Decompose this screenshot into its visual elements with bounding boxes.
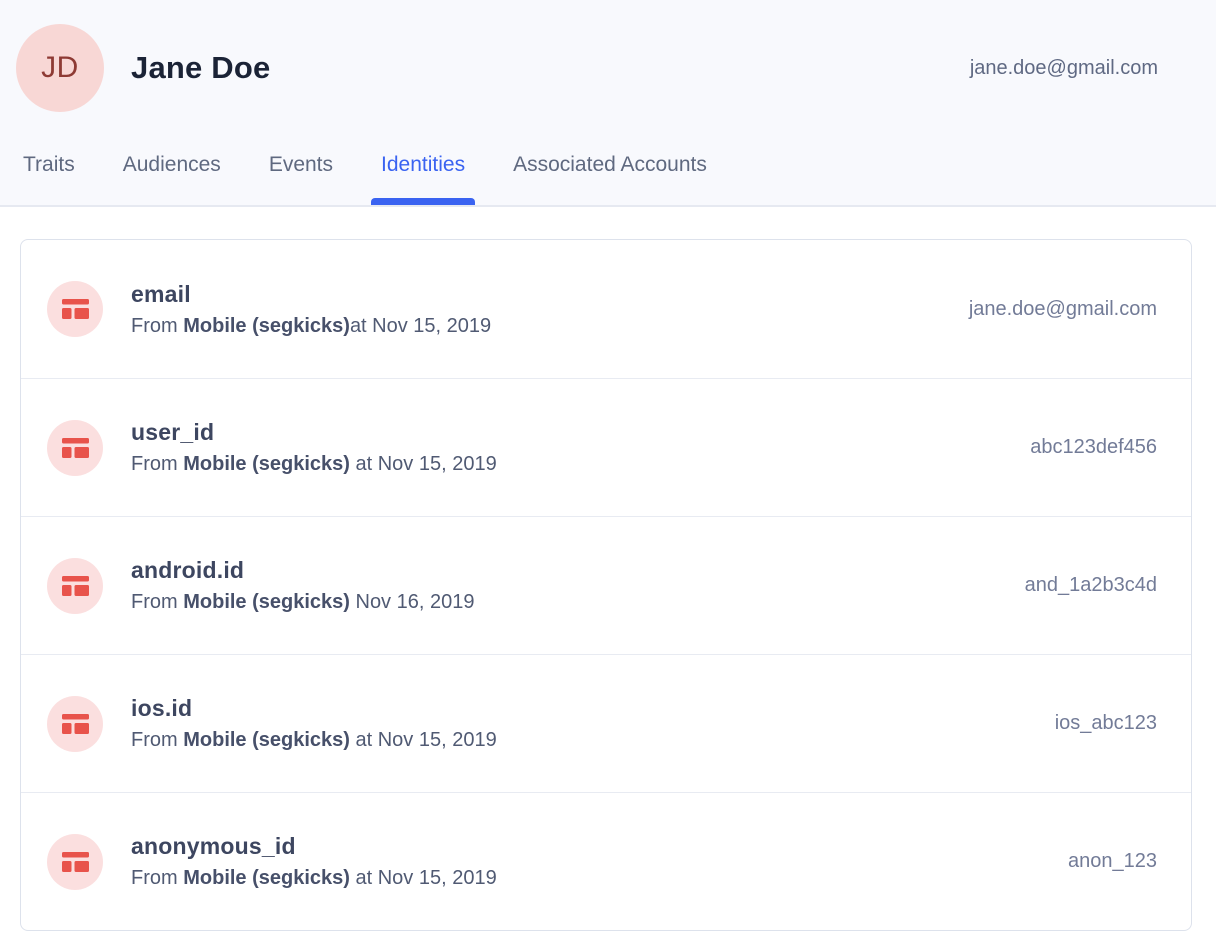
tab-events[interactable]: Events bbox=[269, 153, 333, 205]
identity-value: and_1a2b3c4d bbox=[1025, 574, 1157, 597]
identity-name: android.id bbox=[131, 557, 474, 584]
identity-name: ios.id bbox=[131, 695, 497, 722]
identity-text: email From Mobile (segkicks)at Nov 15, 2… bbox=[131, 281, 491, 338]
origin-date: at Nov 15, 2019 bbox=[350, 315, 491, 337]
identity-name: anonymous_id bbox=[131, 833, 497, 860]
identity-value: anon_123 bbox=[1068, 850, 1157, 873]
origin-prefix: From bbox=[131, 867, 183, 889]
identity-text: user_id From Mobile (segkicks) at Nov 15… bbox=[131, 419, 497, 476]
profile-email: jane.doe@gmail.com bbox=[970, 57, 1158, 80]
identity-row-anonymous-id: anonymous_id From Mobile (segkicks) at N… bbox=[21, 792, 1191, 930]
tab-label: Identities bbox=[381, 153, 465, 176]
tab-identities[interactable]: Identities bbox=[381, 153, 465, 205]
source-layout-icon bbox=[47, 420, 103, 476]
avatar-initials: JD bbox=[41, 51, 79, 85]
identity-value: ios_abc123 bbox=[1055, 712, 1157, 735]
identity-text: android.id From Mobile (segkicks) Nov 16… bbox=[131, 557, 474, 614]
source-layout-icon bbox=[47, 696, 103, 752]
active-tab-underline bbox=[371, 198, 475, 205]
profile-header: JD Jane Doe jane.doe@gmail.com Traits Au… bbox=[0, 0, 1216, 207]
origin-prefix: From bbox=[131, 453, 183, 475]
identity-row-email: email From Mobile (segkicks)at Nov 15, 2… bbox=[21, 240, 1191, 378]
identity-name: email bbox=[131, 281, 491, 308]
profile-tabs: Traits Audiences Events Identities Assoc… bbox=[0, 112, 1216, 205]
identity-origin: From Mobile (segkicks) at Nov 15, 2019 bbox=[131, 453, 497, 476]
origin-date: at Nov 15, 2019 bbox=[350, 729, 497, 751]
tab-label: Associated Accounts bbox=[513, 153, 707, 176]
identity-origin: From Mobile (segkicks)at Nov 15, 2019 bbox=[131, 315, 491, 338]
origin-source: Mobile (segkicks) bbox=[183, 867, 350, 889]
origin-prefix: From bbox=[131, 729, 183, 751]
avatar: JD bbox=[16, 24, 104, 112]
tab-associated-accounts[interactable]: Associated Accounts bbox=[513, 153, 707, 205]
identity-text: ios.id From Mobile (segkicks) at Nov 15,… bbox=[131, 695, 497, 752]
identity-value: jane.doe@gmail.com bbox=[969, 298, 1157, 321]
origin-prefix: From bbox=[131, 315, 183, 337]
origin-date: Nov 16, 2019 bbox=[350, 591, 475, 613]
page-title: Jane Doe bbox=[131, 50, 270, 86]
origin-source: Mobile (segkicks) bbox=[183, 591, 350, 613]
identity-text: anonymous_id From Mobile (segkicks) at N… bbox=[131, 833, 497, 890]
identity-origin: From Mobile (segkicks) at Nov 15, 2019 bbox=[131, 729, 497, 752]
origin-source: Mobile (segkicks) bbox=[183, 453, 350, 475]
source-layout-icon bbox=[47, 834, 103, 890]
source-layout-icon bbox=[47, 558, 103, 614]
identity-row-user-id: user_id From Mobile (segkicks) at Nov 15… bbox=[21, 378, 1191, 516]
source-layout-icon bbox=[47, 281, 103, 337]
tab-traits[interactable]: Traits bbox=[23, 153, 75, 205]
origin-date: at Nov 15, 2019 bbox=[350, 453, 497, 475]
origin-prefix: From bbox=[131, 591, 183, 613]
origin-date: at Nov 15, 2019 bbox=[350, 867, 497, 889]
profile-summary: JD Jane Doe jane.doe@gmail.com bbox=[0, 0, 1216, 112]
identity-value: abc123def456 bbox=[1030, 436, 1157, 459]
identity-name: user_id bbox=[131, 419, 497, 446]
tab-label: Audiences bbox=[123, 153, 221, 176]
identity-origin: From Mobile (segkicks) Nov 16, 2019 bbox=[131, 591, 474, 614]
identity-row-ios-id: ios.id From Mobile (segkicks) at Nov 15,… bbox=[21, 654, 1191, 792]
tab-label: Events bbox=[269, 153, 333, 176]
identity-row-android-id: android.id From Mobile (segkicks) Nov 16… bbox=[21, 516, 1191, 654]
tab-audiences[interactable]: Audiences bbox=[123, 153, 221, 205]
tab-label: Traits bbox=[23, 153, 75, 176]
identity-origin: From Mobile (segkicks) at Nov 15, 2019 bbox=[131, 867, 497, 890]
origin-source: Mobile (segkicks) bbox=[183, 729, 350, 751]
identities-card: email From Mobile (segkicks)at Nov 15, 2… bbox=[20, 239, 1192, 931]
profile-page: JD Jane Doe jane.doe@gmail.com Traits Au… bbox=[0, 0, 1216, 946]
origin-source: Mobile (segkicks) bbox=[183, 315, 350, 337]
